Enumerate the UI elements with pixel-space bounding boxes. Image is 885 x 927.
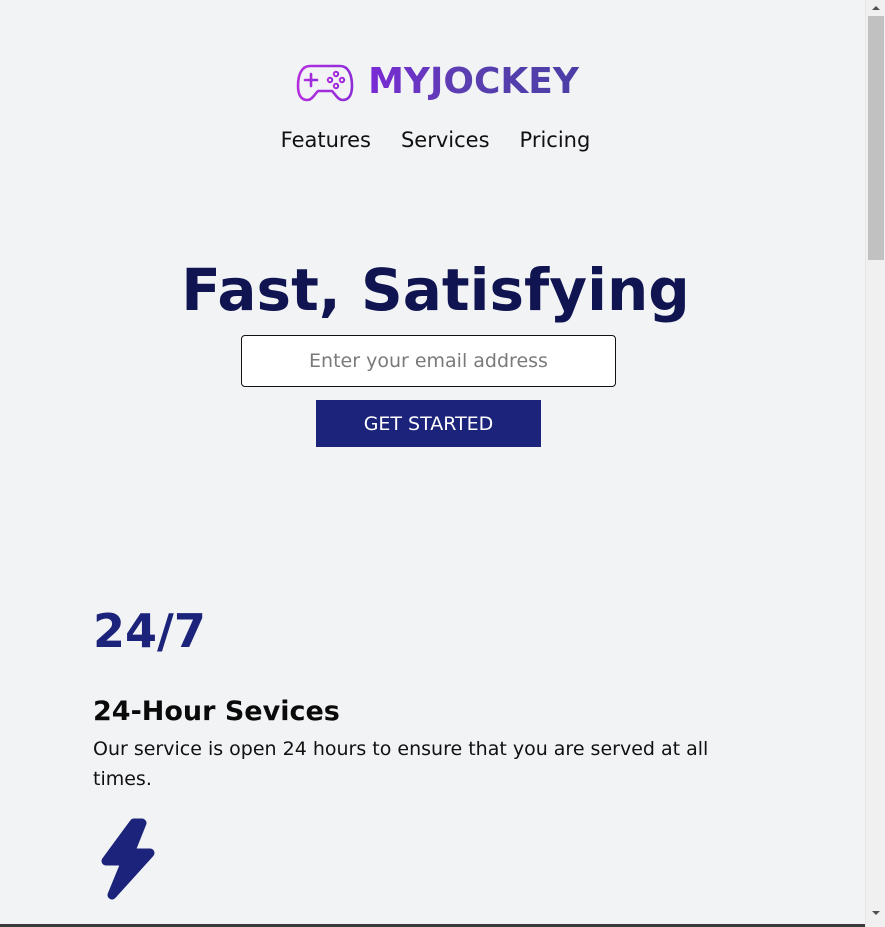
- feature-stat: 24/7: [93, 604, 206, 658]
- get-started-button[interactable]: GET STARTED: [316, 400, 541, 447]
- nav-link-features[interactable]: Features: [281, 128, 371, 152]
- main-nav: Features Services Pricing: [0, 128, 865, 152]
- vertical-scrollbar[interactable]: [865, 0, 885, 927]
- feature-description: Our service is open 24 hours to ensure t…: [93, 738, 709, 790]
- logo[interactable]: MYJOCKEY: [296, 62, 579, 102]
- page-viewport: MYJOCKEY Features Services Pricing Fast,…: [0, 0, 865, 927]
- lightning-bolt-icon: [96, 817, 160, 901]
- email-input[interactable]: [241, 335, 616, 387]
- nav-link-services[interactable]: Services: [401, 128, 490, 152]
- nav-link-pricing[interactable]: Pricing: [520, 128, 591, 152]
- page: MYJOCKEY Features Services Pricing Fast,…: [0, 0, 885, 927]
- scroll-down-arrow-icon[interactable]: [866, 905, 885, 921]
- feature-title: 24-Hour Sevices: [93, 696, 340, 727]
- gamepad-icon: [296, 62, 354, 102]
- hero-title: Fast, Satisfying: [181, 256, 690, 324]
- logo-text: MYJOCKEY: [368, 61, 579, 102]
- site-header: MYJOCKEY: [0, 58, 865, 106]
- scroll-up-arrow-icon[interactable]: [866, 0, 885, 16]
- scrollbar-thumb[interactable]: [868, 16, 884, 260]
